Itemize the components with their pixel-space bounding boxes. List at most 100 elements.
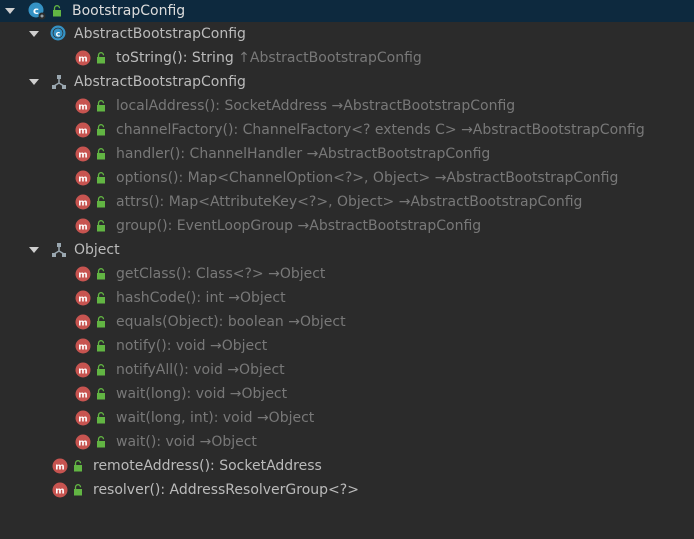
member-label: channelFactory(): ChannelFactory<? exten… bbox=[116, 121, 645, 139]
lock-icon bbox=[96, 436, 106, 448]
lock-icon bbox=[96, 196, 106, 208]
member-row[interactable]: m wait(long, int): void →Object bbox=[0, 406, 694, 430]
method-icon: m bbox=[52, 458, 68, 474]
member-row[interactable]: m hashCode(): int →Object bbox=[0, 286, 694, 310]
member-label: hashCode(): int →Object bbox=[116, 289, 286, 307]
method-icon: m bbox=[75, 170, 91, 186]
member-origin: →AbstractBootstrapConfig bbox=[461, 122, 645, 138]
lock-icon bbox=[73, 460, 83, 472]
tree-group-row[interactable]: c AbstractBootstrapConfig bbox=[0, 22, 694, 46]
method-icon: m bbox=[75, 362, 91, 378]
expand-arrow-icon[interactable] bbox=[28, 28, 40, 40]
member-label: localAddress(): SocketAddress →AbstractB… bbox=[116, 97, 515, 115]
expand-arrow-icon[interactable] bbox=[4, 5, 16, 17]
svg-text:m: m bbox=[78, 391, 87, 401]
svg-text:m: m bbox=[78, 103, 87, 113]
member-row[interactable]: m toString(): String ↑AbstractBootstrapC… bbox=[0, 46, 694, 70]
member-signature: remoteAddress(): SocketAddress bbox=[93, 458, 322, 474]
member-row[interactable]: m attrs(): Map<AttributeKey<?>, Object> … bbox=[0, 190, 694, 214]
member-row[interactable]: m options(): Map<ChannelOption<?>, Objec… bbox=[0, 166, 694, 190]
member-origin: →AbstractBootstrapConfig bbox=[331, 98, 516, 114]
class-icon: c bbox=[28, 2, 46, 20]
inherited-members-icon bbox=[51, 242, 67, 258]
method-icon: m bbox=[75, 314, 91, 330]
svg-text:m: m bbox=[78, 223, 87, 233]
member-row[interactable]: m channelFactory(): ChannelFactory<? ext… bbox=[0, 118, 694, 142]
member-label: wait(): void →Object bbox=[116, 433, 257, 451]
member-label: options(): Map<ChannelOption<?>, Object>… bbox=[116, 169, 618, 187]
member-label: group(): EventLoopGroup →AbstractBootstr… bbox=[116, 217, 481, 235]
method-icon: m bbox=[75, 386, 91, 402]
svg-text:m: m bbox=[78, 271, 87, 281]
abstract-class-icon: c bbox=[50, 25, 66, 41]
member-signature: hashCode(): int bbox=[116, 290, 224, 306]
svg-text:m: m bbox=[55, 463, 64, 473]
member-row[interactable]: m wait(long): void →Object bbox=[0, 382, 694, 406]
root-class-label: BootstrapConfig bbox=[72, 3, 186, 19]
method-icon: m bbox=[52, 482, 68, 498]
member-origin: →Object bbox=[199, 434, 257, 450]
svg-text:m: m bbox=[78, 295, 87, 305]
member-signature: wait(long): void bbox=[116, 386, 226, 402]
lock-icon bbox=[96, 388, 106, 400]
member-row[interactable]: m resolver(): AddressResolverGroup<?> bbox=[0, 478, 694, 502]
svg-text:m: m bbox=[78, 55, 87, 65]
lock-icon bbox=[96, 364, 106, 376]
member-origin: →Object bbox=[228, 290, 286, 306]
lock-icon bbox=[96, 316, 106, 328]
member-row[interactable]: m notifyAll(): void →Object bbox=[0, 358, 694, 382]
lock-icon bbox=[96, 124, 106, 136]
lock-icon bbox=[96, 340, 106, 352]
member-label: wait(long, int): void →Object bbox=[116, 409, 314, 427]
member-row[interactable]: m wait(): void →Object bbox=[0, 430, 694, 454]
member-signature: group(): EventLoopGroup bbox=[116, 218, 294, 234]
member-signature: attrs(): Map<AttributeKey<?>, Object> bbox=[116, 194, 395, 210]
lock-icon bbox=[96, 220, 106, 232]
expand-arrow-icon[interactable] bbox=[28, 76, 40, 88]
member-origin: →AbstractBootstrapConfig bbox=[398, 194, 583, 210]
tree-root-row[interactable]: c BootstrapConfig bbox=[0, 0, 694, 22]
member-label: notify(): void →Object bbox=[116, 337, 267, 355]
method-icon: m bbox=[75, 338, 91, 354]
tree-group-row[interactable]: AbstractBootstrapConfig bbox=[0, 70, 694, 94]
member-row[interactable]: m equals(Object): boolean →Object bbox=[0, 310, 694, 334]
member-row[interactable]: m getClass(): Class<?> →Object bbox=[0, 262, 694, 286]
lock-icon bbox=[96, 268, 106, 280]
member-origin: →Object bbox=[227, 362, 285, 378]
svg-text:m: m bbox=[78, 175, 87, 185]
member-row[interactable]: m remoteAddress(): SocketAddress bbox=[0, 454, 694, 478]
member-signature: getClass(): Class<?> bbox=[116, 266, 264, 282]
svg-text:m: m bbox=[78, 319, 87, 329]
svg-text:c: c bbox=[56, 30, 61, 39]
member-origin: →Object bbox=[229, 386, 288, 402]
member-origin: →AbstractBootstrapConfig bbox=[306, 146, 491, 162]
method-icon: m bbox=[75, 146, 91, 162]
svg-text:m: m bbox=[78, 151, 87, 161]
member-signature: notifyAll(): void bbox=[116, 362, 223, 378]
lock-icon bbox=[96, 52, 106, 64]
member-label: toString(): String ↑AbstractBootstrapCon… bbox=[116, 49, 422, 67]
method-icon: m bbox=[75, 194, 91, 210]
member-signature: handler(): ChannelHandler bbox=[116, 146, 303, 162]
member-label: handler(): ChannelHandler →AbstractBoots… bbox=[116, 145, 490, 163]
svg-text:m: m bbox=[78, 415, 87, 425]
member-row[interactable]: m localAddress(): SocketAddress →Abstrac… bbox=[0, 94, 694, 118]
tree-group-row[interactable]: Object bbox=[0, 238, 694, 262]
method-icon: m bbox=[75, 410, 91, 426]
lock-icon bbox=[73, 484, 83, 496]
lock-icon bbox=[96, 172, 106, 184]
member-row[interactable]: m handler(): ChannelHandler →AbstractBoo… bbox=[0, 142, 694, 166]
member-row[interactable]: m notify(): void →Object bbox=[0, 334, 694, 358]
group-title: Object bbox=[74, 242, 120, 258]
member-signature: channelFactory(): ChannelFactory<? exten… bbox=[116, 122, 457, 138]
method-icon: m bbox=[75, 98, 91, 114]
member-row[interactable]: m group(): EventLoopGroup →AbstractBoots… bbox=[0, 214, 694, 238]
member-signature: toString(): String bbox=[116, 50, 234, 66]
method-icon: m bbox=[75, 434, 91, 450]
expand-arrow-icon[interactable] bbox=[28, 244, 40, 256]
svg-text:m: m bbox=[78, 199, 87, 209]
method-icon: m bbox=[75, 290, 91, 306]
member-origin: →Object bbox=[268, 266, 326, 282]
lock-icon bbox=[96, 412, 106, 424]
lock-icon bbox=[96, 292, 106, 304]
